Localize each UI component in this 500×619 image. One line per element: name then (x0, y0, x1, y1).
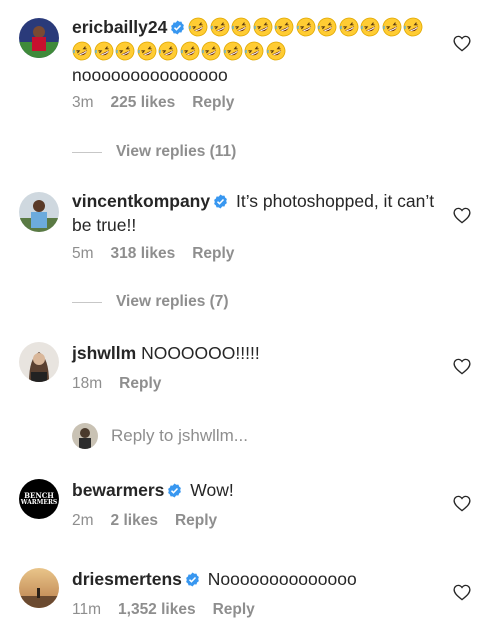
reply-to-input[interactable]: Reply to jshwllm... (72, 423, 248, 449)
view-replies-label: View replies (7) (116, 293, 229, 310)
rofl-emoji-icon (180, 41, 199, 61)
rofl-emoji-icon (115, 41, 135, 61)
comment-meta: 18m Reply (72, 375, 178, 393)
rofl-emoji-icon (274, 17, 294, 37)
comment-meta: 11m 1,352 likes Reply (72, 601, 272, 619)
rofl-emoji-icon (72, 41, 92, 61)
comment-meta: 5m 318 likes Reply (72, 245, 251, 263)
divider-line (72, 301, 102, 303)
avatar-bewarmers[interactable]: BENCH WARMERS (19, 479, 59, 519)
avatar-jshwllm[interactable] (19, 342, 59, 382)
heart-icon[interactable] (453, 207, 471, 224)
reply-to-label: Reply to jshwllm... (111, 426, 248, 445)
comment-text-block: bewarmers Wow! (72, 478, 440, 502)
comment-text-block: jshwllm NOOOOOO!!!!! (72, 341, 440, 365)
likes-count[interactable]: 2 likes (111, 512, 158, 529)
view-replies-button[interactable]: View replies (7) (72, 293, 229, 311)
comment-text: nooooooooooooooo (72, 65, 228, 85)
heart-icon[interactable] (453, 495, 471, 512)
comment-text: Wow! (190, 480, 234, 500)
rofl-emoji-icon (223, 41, 242, 61)
comment-text: Noooooooooooooo (207, 569, 357, 589)
avatar-driesmertens[interactable] (19, 568, 59, 608)
view-replies-label: View replies (11) (116, 143, 237, 160)
likes-count[interactable]: 318 likes (111, 245, 176, 262)
rofl-emoji-icon (210, 17, 230, 37)
heart-icon[interactable] (453, 358, 471, 375)
rofl-emoji-icon (253, 17, 273, 37)
view-replies-button[interactable]: View replies (11) (72, 143, 236, 161)
verified-badge-icon (168, 483, 182, 498)
username[interactable]: ericbailly24 (72, 17, 167, 37)
reply-button[interactable]: Reply (192, 94, 234, 111)
comment-meta: 2m 2 likes Reply (72, 512, 234, 530)
reply-button[interactable]: Reply (175, 512, 217, 529)
comment-time: 11m (72, 601, 102, 618)
rofl-emoji-icon (266, 41, 285, 61)
username[interactable]: driesmertens (72, 569, 182, 589)
bench-warmers-logo-line2: WARMERS (20, 499, 58, 506)
comment-meta: 3m 225 likes Reply (72, 94, 251, 112)
rofl-emoji-icon (382, 17, 402, 37)
avatar-vincentkompany[interactable] (19, 192, 59, 232)
username[interactable]: bewarmers (72, 480, 164, 500)
comment-time: 18m (72, 375, 103, 392)
divider-line (72, 151, 102, 153)
rofl-emoji-icon (296, 17, 316, 37)
comment-text-block: driesmertens Noooooooooooooo (72, 567, 440, 591)
heart-icon[interactable] (453, 35, 471, 52)
rofl-emoji-icon (360, 17, 380, 37)
rofl-emoji-icon (339, 17, 359, 37)
verified-badge-icon (171, 20, 185, 35)
heart-icon[interactable] (453, 584, 471, 601)
reply-button[interactable]: Reply (192, 245, 234, 262)
rofl-emoji-icon (244, 41, 264, 61)
reply-button[interactable]: Reply (213, 601, 255, 618)
verified-badge-icon (214, 194, 227, 209)
verified-badge-icon (186, 572, 199, 587)
reply-button[interactable]: Reply (119, 375, 161, 392)
comment-text: NOOOOOO!!!!! (141, 343, 260, 363)
comment-text-block: ericbailly24 nooooooooooooooo (72, 15, 440, 87)
rofl-emoji-icon (201, 41, 221, 61)
rofl-emoji-icon (188, 17, 208, 37)
likes-count[interactable]: 225 likes (111, 94, 176, 111)
bench-warmers-logo-line1: BENCH (24, 491, 54, 500)
likes-count[interactable]: 1,352 likes (118, 601, 196, 618)
rofl-emoji-icon (137, 41, 156, 61)
rofl-emoji-icon (94, 41, 113, 61)
comment-time: 3m (72, 94, 94, 111)
current-user-avatar (72, 423, 98, 449)
rofl-emoji-icon (231, 17, 251, 37)
avatar-ericbailly24[interactable] (19, 18, 59, 58)
comment-text-block: vincentkompany It’s photoshopped, it can… (72, 189, 440, 237)
comment-time: 2m (72, 512, 94, 529)
rofl-emoji-icon (158, 41, 178, 61)
username[interactable]: vincentkompany (72, 191, 210, 211)
rofl-emoji-icon (317, 17, 337, 37)
username[interactable]: jshwllm (72, 343, 136, 363)
rofl-emoji-icon (403, 17, 423, 37)
comment-time: 5m (72, 245, 94, 262)
